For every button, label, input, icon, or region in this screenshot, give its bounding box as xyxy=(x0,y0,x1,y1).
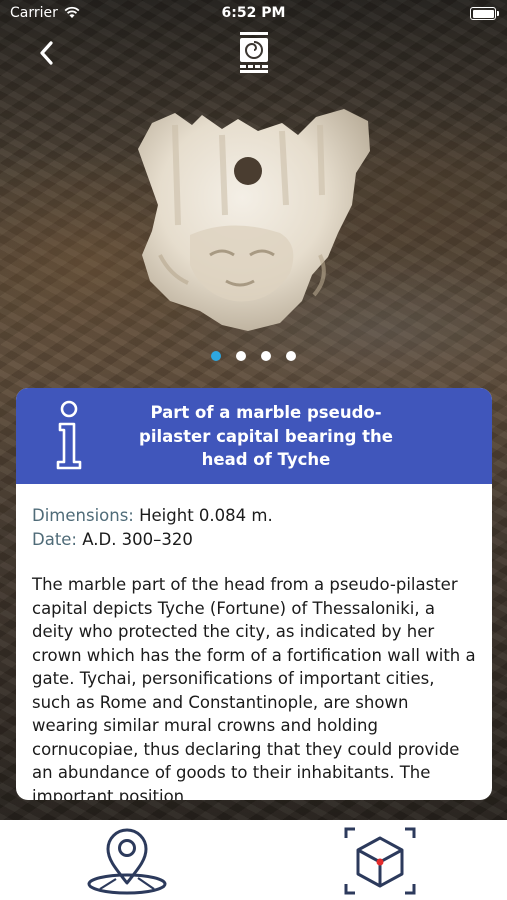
date-value: A.D. 300–320 xyxy=(82,529,193,549)
dimensions-label: Dimensions: xyxy=(32,506,134,525)
dimensions-value: Height 0.084 m. xyxy=(139,506,273,525)
artifact-title: Part of a marble pseudo-pilaster capital… xyxy=(139,403,393,469)
app-logo-icon xyxy=(240,32,268,73)
info-card: Part of a marble pseudo-pilaster capital… xyxy=(16,388,492,800)
status-bar: Carrier 6:52 PM xyxy=(0,0,507,28)
bottom-toolbar xyxy=(0,820,507,900)
dimensions-row: Dimensions: Height 0.084 m. xyxy=(32,504,476,528)
page-dot-1[interactable] xyxy=(210,351,221,361)
battery-icon xyxy=(470,7,499,20)
artifact-image xyxy=(138,109,370,331)
date-row: Date: A.D. 300–320 xyxy=(32,528,476,552)
ar-cube-icon[interactable] xyxy=(340,824,420,898)
page-dot-3[interactable] xyxy=(261,351,272,361)
date-label: Date: xyxy=(32,529,77,549)
carousel-pagination xyxy=(0,346,507,361)
map-pin-icon[interactable] xyxy=(86,827,168,895)
status-time: 6:52 PM xyxy=(221,5,286,21)
card-body[interactable]: Dimensions: Height 0.084 m. Date: A.D. 3… xyxy=(16,484,492,800)
chevron-left-icon[interactable] xyxy=(32,36,62,70)
artifact-description: The marble part of the head from a pseud… xyxy=(32,575,476,800)
info-icon xyxy=(56,400,82,470)
card-header: Part of a marble pseudo-pilaster capital… xyxy=(16,388,492,484)
page-dot-2[interactable] xyxy=(235,351,246,361)
